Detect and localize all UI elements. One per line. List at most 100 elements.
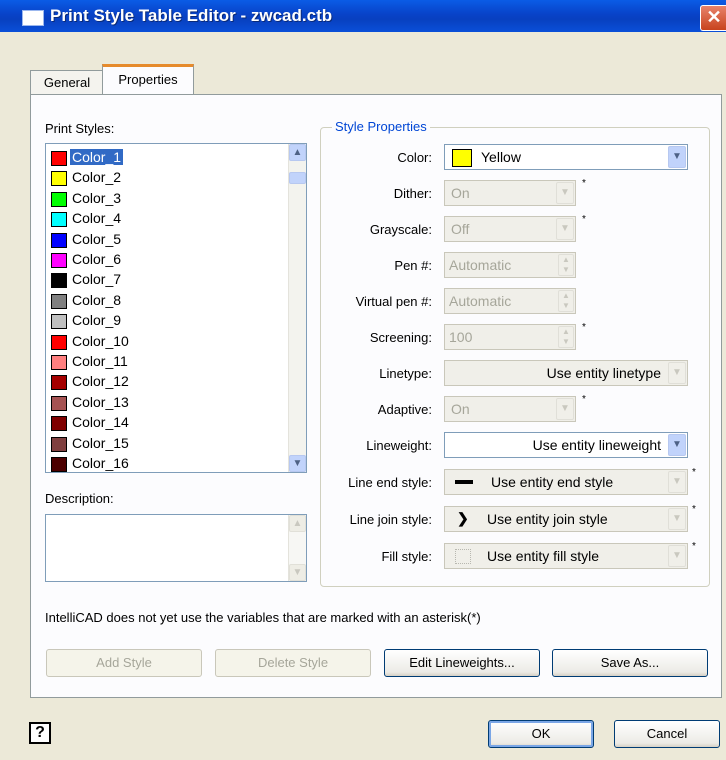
spinner-icon[interactable]: ▲ ▼ — [558, 326, 574, 348]
color-swatch — [51, 457, 67, 472]
color-swatch — [51, 416, 67, 432]
line-end-style-select[interactable]: Use entity end style ▼ — [444, 469, 688, 495]
list-item-label: Color_9 — [72, 312, 122, 329]
edit-lineweights-button[interactable]: Edit Lineweights... — [384, 649, 540, 677]
fill-style-label: Fill style: — [381, 549, 432, 564]
list-item[interactable]: Color_12 — [51, 372, 283, 393]
description-scrollbar[interactable]: ▲ ▼ — [288, 515, 306, 581]
adaptive-select[interactable]: On ▼ — [444, 396, 576, 422]
delete-style-button[interactable]: Delete Style — [215, 649, 371, 677]
line-join-icon: ❯ — [457, 510, 469, 526]
screening-value: 100 — [449, 329, 473, 345]
screening-label: Screening: — [369, 330, 432, 345]
chevron-down-icon[interactable]: ▼ — [668, 362, 686, 384]
list-item[interactable]: Color_14 — [51, 413, 283, 434]
screening-field[interactable]: 100 ▲ ▼ — [444, 324, 576, 350]
tab-general[interactable]: General — [30, 70, 104, 95]
color-swatch — [51, 395, 67, 411]
close-icon[interactable]: ✕ — [700, 5, 726, 31]
help-icon[interactable]: ? — [29, 722, 51, 744]
pen-value: Automatic — [449, 257, 512, 273]
description-field[interactable]: ▲ ▼ — [45, 514, 307, 582]
fill-style-select[interactable]: Use entity fill style ▼ — [444, 543, 688, 569]
line-join-style-label: Line join style: — [349, 512, 432, 527]
list-item[interactable]: Color_11 — [51, 352, 283, 373]
chevron-down-icon[interactable]: ▼ — [668, 508, 686, 530]
chevron-down-icon[interactable]: ▼ — [556, 182, 574, 204]
list-item[interactable]: Color_15 — [51, 434, 283, 455]
list-item[interactable]: Color_16 — [51, 454, 283, 472]
lineweight-label: Lineweight: — [366, 438, 432, 453]
scroll-down-icon[interactable]: ▼ — [289, 455, 306, 472]
grayscale-select[interactable]: Off ▼ — [444, 216, 576, 242]
chevron-down-icon[interactable]: ▼ — [668, 471, 686, 493]
ok-button[interactable]: OK — [488, 720, 594, 748]
list-item-label: Color_10 — [72, 332, 129, 349]
line-join-style-select[interactable]: ❯ Use entity join style ▼ — [444, 506, 688, 532]
list-item[interactable]: Color_9 — [51, 311, 283, 332]
add-style-button[interactable]: Add Style — [46, 649, 202, 677]
cancel-button[interactable]: Cancel — [614, 720, 720, 748]
line-end-style-value: Use entity end style — [491, 474, 614, 490]
list-item[interactable]: Color_5 — [51, 230, 283, 251]
scroll-down-icon[interactable]: ▼ — [289, 564, 306, 581]
chevron-down-icon[interactable]: ▼ — [556, 218, 574, 240]
scroll-thumb[interactable] — [289, 172, 306, 184]
print-styles-label: Print Styles: — [45, 121, 115, 136]
dither-select[interactable]: On ▼ — [444, 180, 576, 206]
adaptive-value: On — [451, 401, 470, 417]
spinner-icon[interactable]: ▲ ▼ — [558, 290, 574, 312]
list-item-label: Color_14 — [72, 414, 129, 431]
list-item-label: Color_11 — [72, 353, 128, 369]
asterisk-mark: * — [582, 394, 586, 405]
list-item[interactable]: Color_4 — [51, 209, 283, 230]
color-value: Yellow — [481, 149, 521, 165]
lineweight-select[interactable]: Use entity lineweight ▼ — [444, 432, 688, 458]
scroll-up-icon[interactable]: ▲ — [289, 515, 306, 532]
save-as-button[interactable]: Save As... — [552, 649, 708, 677]
fill-style-value: Use entity fill style — [487, 548, 600, 564]
line-end-style-label: Line end style: — [348, 475, 432, 490]
scroll-up-icon[interactable]: ▲ — [289, 144, 306, 161]
window-icon — [22, 10, 44, 26]
list-item-label: Color_4 — [72, 210, 122, 227]
pen-number-field[interactable]: Automatic ▲ ▼ — [444, 252, 576, 278]
asterisk-mark: * — [692, 467, 696, 478]
print-styles-list[interactable]: Color_1 Color_2 Color_3 Color_4 Color_5 Color… — [45, 143, 307, 473]
linetype-select[interactable]: Use entity linetype ▼ — [444, 360, 688, 386]
description-label: Description: — [45, 491, 114, 506]
color-swatch — [51, 314, 67, 330]
line-end-icon — [455, 480, 473, 484]
chevron-down-icon[interactable]: ▼ — [668, 545, 686, 567]
list-item-label: Color_12 — [72, 373, 129, 390]
color-swatch — [51, 232, 67, 248]
list-scrollbar[interactable]: ▲ ▼ — [288, 144, 306, 472]
color-swatch — [51, 171, 67, 187]
virtual-pen-field[interactable]: Automatic ▲ ▼ — [444, 288, 576, 314]
grayscale-value: Off — [451, 221, 470, 237]
list-item[interactable]: Color_2 — [51, 168, 283, 189]
list-item[interactable]: Color_7 — [51, 270, 283, 291]
list-item-label: Color_13 — [72, 393, 129, 410]
chevron-down-icon[interactable]: ▼ — [668, 146, 686, 168]
chevron-down-icon[interactable]: ▼ — [556, 398, 574, 420]
chevron-down-icon[interactable]: ▼ — [668, 434, 686, 456]
lineweight-value: Use entity lineweight — [532, 437, 661, 453]
list-item[interactable]: Color_1 — [51, 148, 283, 169]
color-swatch — [452, 149, 472, 167]
list-item[interactable]: Color_10 — [51, 332, 283, 353]
list-item[interactable]: Color_3 — [51, 189, 283, 210]
color-label: Color: — [397, 150, 432, 165]
color-select[interactable]: Yellow ▼ — [444, 144, 688, 170]
list-item-label: Color_8 — [72, 291, 122, 308]
title-bar[interactable]: Print Style Table Editor - zwcad.ctb ✕ — [0, 0, 726, 32]
asterisk-mark: * — [582, 178, 586, 189]
list-item[interactable]: Color_6 — [51, 250, 283, 271]
list-item[interactable]: Color_8 — [51, 291, 283, 312]
list-item-label: Color_6 — [72, 251, 122, 267]
spinner-icon[interactable]: ▲ ▼ — [558, 254, 574, 276]
tab-properties[interactable]: Properties — [102, 64, 194, 98]
dither-label: Dither: — [393, 186, 432, 201]
list-item-label: Color_7 — [72, 271, 122, 288]
list-item[interactable]: Color_13 — [51, 393, 283, 414]
